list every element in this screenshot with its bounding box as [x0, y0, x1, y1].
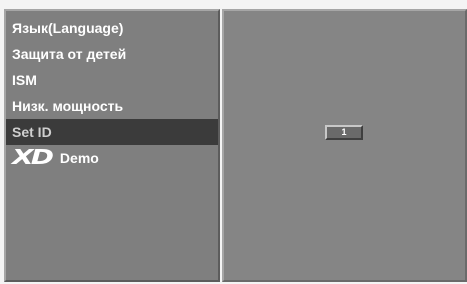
xd-logo-icon: XD [12, 145, 54, 169]
menu-item-label: Защита от детей [12, 46, 127, 62]
menu-item-label: Set ID [12, 124, 52, 140]
set-id-value: 1 [341, 127, 347, 137]
menu-item-label: Язык(Language) [12, 20, 124, 36]
menu-item-xd-demo[interactable]: XD Demo [6, 145, 218, 171]
set-id-value-box[interactable]: 1 [325, 125, 363, 140]
menu-item-label: ISM [12, 72, 37, 88]
menu-item-label: Низк. мощность [12, 98, 124, 114]
submenu-panel: 1 [222, 9, 467, 282]
menu-item-low-power[interactable]: Низк. мощность [6, 93, 218, 119]
menu-item-set-id[interactable]: Set ID [6, 119, 218, 145]
menu-list: Язык(Language) Защита от детей ISM Низк.… [6, 15, 218, 171]
menu-panel: Язык(Language) Защита от детей ISM Низк.… [4, 9, 220, 282]
menu-item-child-lock[interactable]: Защита от детей [6, 41, 218, 67]
menu-item-language[interactable]: Язык(Language) [6, 15, 218, 41]
menu-item-ism[interactable]: ISM [6, 67, 218, 93]
menu-item-label: Demo [59, 150, 99, 166]
tv-osd-screen: Язык(Language) Защита от детей ISM Низк.… [0, 0, 467, 284]
